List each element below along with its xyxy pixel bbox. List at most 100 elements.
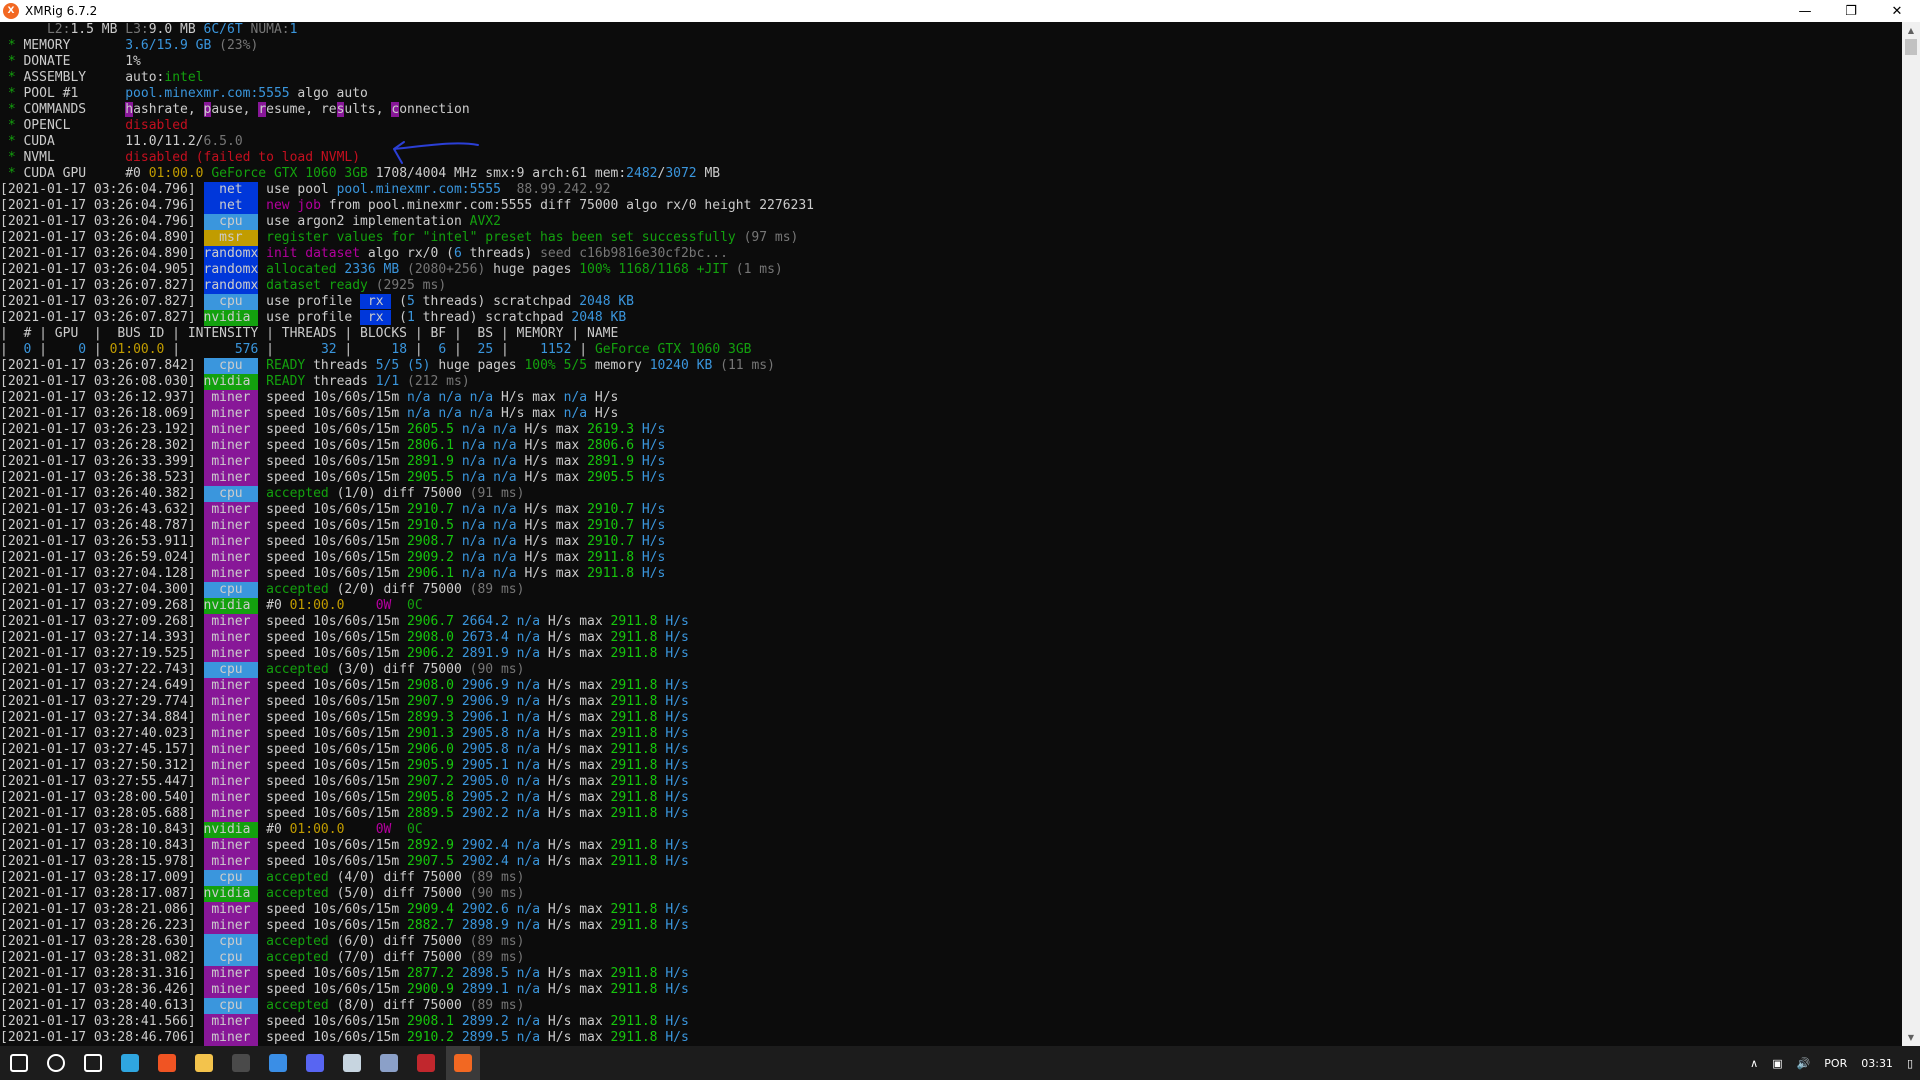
log-text: | xyxy=(407,342,438,357)
log-text: speed 10s/60s/15m xyxy=(258,838,407,853)
notifications-icon[interactable]: ▯ xyxy=(1907,1057,1913,1070)
store-icon[interactable] xyxy=(224,1046,258,1080)
window-title: XMRig 6.7.2 xyxy=(25,4,97,18)
log-line: * CUDA GPU #0 01:00.0 GeForce GTX 1060 3… xyxy=(0,166,1902,182)
log-tag: miner xyxy=(204,454,259,470)
log-text: H/s xyxy=(665,742,688,757)
vertical-scrollbar[interactable]: ▲ ▼ xyxy=(1902,22,1920,1046)
log-text: speed 10s/60s/15m xyxy=(258,742,407,757)
log-text: H/s max xyxy=(548,630,611,645)
network-tool-icon[interactable] xyxy=(372,1046,406,1080)
log-text: 2911.8 xyxy=(611,774,666,789)
log-text: 2911.8 xyxy=(611,758,666,773)
brave-icon[interactable] xyxy=(150,1046,184,1080)
log-text xyxy=(258,950,266,965)
log-text: [2021-01-17 03:26:04.905] xyxy=(0,262,204,277)
log-line: [2021-01-17 03:27:50.312] miner speed 10… xyxy=(0,758,1902,774)
scroll-up-icon[interactable]: ▲ xyxy=(1902,22,1920,39)
console-output[interactable]: L2:1.5 MB L3:9.0 MB 6C/6T NUMA:1 * MEMOR… xyxy=(0,22,1902,1046)
log-text: H/s max xyxy=(548,614,611,629)
log-text: GeForce GTX 1060 3GB xyxy=(595,342,752,357)
discord-icon[interactable] xyxy=(298,1046,332,1080)
log-text: 6.5.0 xyxy=(204,134,243,149)
log-text: H/s max xyxy=(548,726,611,741)
log-text: 2891.9 xyxy=(407,454,462,469)
log-text: (2925 ms) xyxy=(376,278,446,293)
log-text: 2905.8 xyxy=(462,726,517,741)
log-text: speed 10s/60s/15m xyxy=(258,726,407,741)
log-tag: randomx xyxy=(204,246,259,262)
log-text: 2905.5 xyxy=(587,470,642,485)
log-text: n/a xyxy=(517,966,548,981)
log-text: H/s max xyxy=(548,902,611,917)
start-icon[interactable] xyxy=(2,1046,36,1080)
log-text: H/s xyxy=(642,550,665,565)
search-icon[interactable] xyxy=(39,1046,73,1080)
log-text: H/s xyxy=(665,774,688,789)
log-text: (4/0) diff 75000 xyxy=(337,870,470,885)
log-text: 2806.1 xyxy=(407,438,462,453)
log-text: 2905.8 xyxy=(407,790,462,805)
tray-chevron-icon[interactable]: ∧ xyxy=(1750,1057,1758,1070)
task-view-icon[interactable] xyxy=(76,1046,110,1080)
mail-icon[interactable] xyxy=(261,1046,295,1080)
log-text: 2911.8 xyxy=(611,854,666,869)
log-text: H/s max xyxy=(524,518,587,533)
scroll-down-icon[interactable]: ▼ xyxy=(1902,1029,1920,1046)
log-tag: miner xyxy=(204,726,259,742)
log-text: [2021-01-17 03:28:10.843] xyxy=(0,822,204,837)
scrollbar-thumb[interactable] xyxy=(1905,39,1917,55)
log-text: re xyxy=(321,102,337,117)
highlight: r xyxy=(258,102,266,117)
log-text: * xyxy=(0,102,23,117)
log-text: 2911.8 xyxy=(611,742,666,757)
log-text: 01:00.0 xyxy=(290,598,353,613)
steam-icon[interactable] xyxy=(335,1046,369,1080)
log-text: [2021-01-17 03:26:04.796] xyxy=(0,182,204,197)
log-text: 2906.9 xyxy=(462,694,517,709)
log-tag: miner xyxy=(204,502,259,518)
log-line: [2021-01-17 03:26:23.192] miner speed 10… xyxy=(0,422,1902,438)
log-text: 2909.4 xyxy=(407,902,462,917)
close-button[interactable]: ✕ xyxy=(1874,0,1920,22)
log-tag: miner xyxy=(204,758,259,774)
log-text: 2605.5 xyxy=(407,422,462,437)
game-icon[interactable] xyxy=(409,1046,443,1080)
xmrig-app-icon: X xyxy=(3,3,19,19)
file-explorer-icon[interactable] xyxy=(187,1046,221,1080)
log-text: 01:00.0 xyxy=(149,166,212,181)
tray-network-icon[interactable]: ▣ xyxy=(1772,1057,1782,1070)
log-text: (91 ms) xyxy=(470,486,525,501)
log-tag: miner xyxy=(204,966,259,982)
log-line: [2021-01-17 03:26:40.382] cpu accepted (… xyxy=(0,486,1902,502)
log-text: H/s max xyxy=(548,838,611,853)
minimize-button[interactable]: — xyxy=(1782,0,1828,22)
tray-volume-icon[interactable]: 🔊 xyxy=(1797,1057,1811,1070)
log-text: [2021-01-17 03:27:55.447] xyxy=(0,774,204,789)
log-text: accepted xyxy=(266,582,336,597)
log-text: [2021-01-17 03:28:21.086] xyxy=(0,902,204,917)
log-tag: nvidia xyxy=(204,822,259,838)
language-indicator[interactable]: POR xyxy=(1824,1057,1847,1070)
log-tag: cpu xyxy=(204,950,259,966)
log-line: [2021-01-17 03:28:17.009] cpu accepted (… xyxy=(0,870,1902,886)
log-text: speed 10s/60s/15m xyxy=(258,470,407,485)
log-text: 2911.8 xyxy=(611,966,666,981)
log-text: * xyxy=(0,38,23,53)
log-text: 2905.1 xyxy=(462,758,517,773)
log-text: 2911.8 xyxy=(611,838,666,853)
log-text: H/s max xyxy=(501,406,564,421)
log-tag: miner xyxy=(204,518,259,534)
clock[interactable]: 03:31 xyxy=(1861,1057,1893,1070)
log-text: speed 10s/60s/15m xyxy=(258,422,407,437)
maximize-button[interactable]: ❐ xyxy=(1828,0,1874,22)
log-text: 2910.7 xyxy=(587,502,642,517)
log-text: 2908.7 xyxy=(407,534,462,549)
log-text: 2911.8 xyxy=(587,550,642,565)
edge-icon[interactable] xyxy=(113,1046,147,1080)
xmrig-icon[interactable] xyxy=(446,1046,480,1080)
log-text: 2900.9 xyxy=(407,982,462,997)
log-text: 2898.9 xyxy=(462,918,517,933)
log-text: (89 ms) xyxy=(470,870,525,885)
log-text: NVML xyxy=(23,150,125,165)
